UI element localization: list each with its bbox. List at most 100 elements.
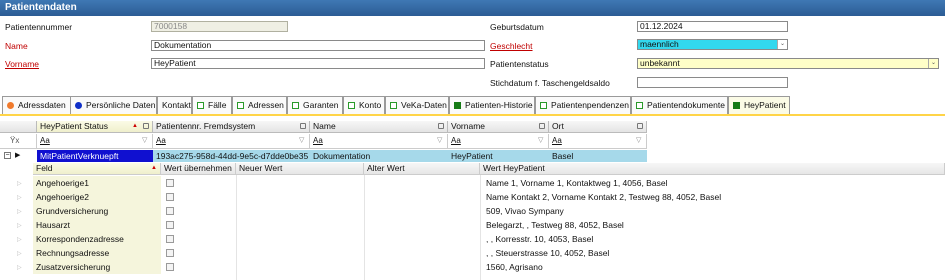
hey-value-cell[interactable]: Belegarzt, , Testweg 88, 4052, Basel (486, 218, 941, 232)
hey-value-cell[interactable]: Name Kontakt 2, Vorname Kontakt 2, Testw… (486, 190, 941, 204)
tab-konto[interactable]: Konto (343, 96, 385, 114)
gender-dropdown[interactable]: maennlich ⌄ (637, 39, 788, 50)
subcolumn-header-field[interactable]: Feld ▲ (33, 163, 161, 175)
old-value-cell[interactable] (367, 176, 479, 190)
firstname-label[interactable]: Vorname (5, 59, 39, 70)
tab-patientenpendenzen[interactable]: Patientenpendenzen (535, 96, 631, 114)
filter-cell-city[interactable]: Aa ▽ (549, 134, 647, 149)
filter-operator[interactable]: Aa (40, 136, 50, 145)
firstname-cell[interactable]: HeyPatient (451, 150, 548, 162)
old-value-cell[interactable] (367, 232, 479, 246)
field-cell[interactable]: Korrespondenzadresse (33, 232, 161, 246)
filter-clear-icon[interactable]: Ÿx (10, 134, 19, 147)
field-cell[interactable]: Hausarzt (33, 218, 161, 232)
field-cell[interactable]: Grundversicherung (33, 204, 161, 218)
external-id-cell[interactable]: 193ac275-958d-44dd-9e5c-d7dde0be35c4 (156, 150, 308, 162)
field-cell[interactable]: Angehoerige1 (33, 176, 161, 190)
take-value-checkbox[interactable] (166, 179, 174, 187)
deadline-field[interactable] (637, 77, 788, 88)
gender-label[interactable]: Geschlecht (490, 41, 533, 52)
subcolumn-header-take-value[interactable]: Wert übernehmen (161, 163, 236, 175)
sort-asc-icon[interactable]: ▲ (151, 163, 157, 174)
filter-cell-external-id[interactable]: Aa ▽ (153, 134, 310, 149)
filter-operator[interactable]: Aa (156, 136, 166, 145)
subcolumn-header-old-value[interactable]: Alter Wert (364, 163, 480, 175)
birthdate-field[interactable]: 01.12.2024 (637, 21, 788, 32)
tab-heypatient[interactable]: HeyPatient (728, 96, 790, 114)
collapse-icon[interactable]: − (4, 152, 11, 159)
tab-garanten[interactable]: Garanten (287, 96, 343, 114)
tab-adressen[interactable]: Adressen (232, 96, 287, 114)
tab-veka-daten[interactable]: VeKa-Daten (385, 96, 449, 114)
field-cell[interactable]: Zusatzversicherung (33, 260, 161, 274)
filter-row-selector[interactable]: Ÿx (0, 134, 37, 149)
new-value-cell[interactable] (239, 260, 363, 274)
tab-kontakt[interactable]: Kontakt (157, 96, 192, 114)
new-value-cell[interactable] (239, 204, 363, 218)
new-value-cell[interactable] (239, 176, 363, 190)
tab-adressdaten[interactable]: Adressdaten (2, 96, 72, 114)
filter-cell-status[interactable]: Aa ▽ (37, 134, 153, 149)
name-field[interactable]: Dokumentation (151, 40, 485, 51)
new-value-cell[interactable] (239, 246, 363, 260)
subcolumn-header-new-value[interactable]: Neuer Wert (236, 163, 364, 175)
pin-icon[interactable] (300, 123, 306, 129)
hey-value-cell[interactable]: 1560, Agrisano (486, 260, 941, 274)
filter-cell-name[interactable]: Aa ▽ (310, 134, 448, 149)
tab-patienten-historie[interactable]: Patienten-Historie (449, 96, 535, 114)
old-value-cell[interactable] (367, 204, 479, 218)
name-cell[interactable]: Dokumentation (313, 150, 447, 162)
firstname-field[interactable]: HeyPatient (151, 58, 485, 69)
filter-operator[interactable]: Aa (451, 136, 461, 145)
old-value-cell[interactable] (367, 246, 479, 260)
field-cell[interactable]: Angehoerige2 (33, 190, 161, 204)
field-cell[interactable]: Rechnungsadresse (33, 246, 161, 260)
hey-value-cell[interactable]: , , Steuerstrasse 10, 4052, Basel (486, 246, 941, 260)
hey-value-cell[interactable]: , , Korresstr. 10, 4053, Basel (486, 232, 941, 246)
deadline-label: Stichdatum f. Taschengeldsaldo (490, 78, 610, 88)
take-value-checkbox[interactable] (166, 221, 174, 229)
subcolumn-header-hey-value[interactable]: Wert HeyPatient (480, 163, 945, 175)
filter-operator[interactable]: Aa (313, 136, 323, 145)
pin-icon[interactable] (143, 123, 149, 129)
funnel-icon[interactable]: ▽ (437, 137, 445, 144)
filter-cell-firstname[interactable]: Aa ▽ (448, 134, 549, 149)
take-value-checkbox[interactable] (166, 207, 174, 215)
column-header-external-id[interactable]: Patientennr. Fremdsystem (153, 121, 310, 133)
tab-faelle[interactable]: Fälle (192, 96, 232, 114)
sort-asc-icon[interactable]: ▲ (132, 121, 138, 132)
new-value-cell[interactable] (239, 232, 363, 246)
hey-value-cell[interactable]: Name 1, Vorname 1, Kontaktweg 1, 4056, B… (486, 176, 941, 190)
funnel-icon[interactable]: ▽ (142, 137, 150, 144)
status-dropdown[interactable]: unbekannt ⌄ (637, 58, 939, 69)
funnel-icon[interactable]: ▽ (636, 137, 644, 144)
take-value-checkbox[interactable] (166, 263, 174, 271)
tab-patientendokumente[interactable]: Patientendokumente (631, 96, 728, 114)
old-value-cell[interactable] (367, 190, 479, 204)
old-value-cell[interactable] (367, 260, 479, 274)
new-value-cell[interactable] (239, 190, 363, 204)
pin-icon[interactable] (637, 123, 643, 129)
funnel-icon[interactable]: ▽ (299, 137, 307, 144)
pin-icon[interactable] (539, 123, 545, 129)
funnel-icon[interactable]: ▽ (538, 137, 546, 144)
status-cell[interactable]: MitPatientVerknuepft (37, 150, 153, 162)
column-header-city[interactable]: Ort (549, 121, 647, 133)
city-cell[interactable]: Basel (552, 150, 646, 162)
column-header-name[interactable]: Name (310, 121, 448, 133)
filter-operator[interactable]: Aa (552, 136, 562, 145)
take-value-checkbox[interactable] (166, 235, 174, 243)
old-value-cell[interactable] (367, 218, 479, 232)
chevron-down-icon[interactable]: ⌄ (777, 40, 787, 49)
hey-value-cell[interactable]: 509, Vivao Sympany (486, 204, 941, 218)
pin-icon[interactable] (438, 123, 444, 129)
take-value-checkbox[interactable] (166, 193, 174, 201)
chevron-down-icon[interactable]: ⌄ (928, 59, 938, 68)
new-value-cell[interactable] (239, 218, 363, 232)
column-header-firstname[interactable]: Vorname (448, 121, 549, 133)
row-arrow-icon: ▷ (17, 223, 22, 229)
column-header-status[interactable]: HeyPatient Status ▲ (37, 121, 153, 133)
take-value-checkbox[interactable] (166, 249, 174, 257)
column-header-label: Feld (36, 163, 53, 173)
tab-persoenliche-daten[interactable]: Persönliche Daten (70, 96, 157, 114)
